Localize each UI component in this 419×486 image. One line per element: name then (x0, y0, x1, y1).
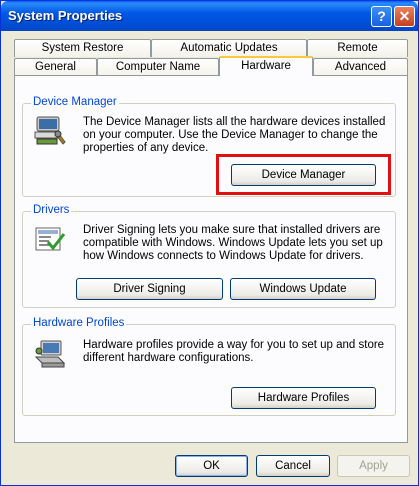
tab-system-restore[interactable]: System Restore (14, 39, 151, 57)
hardware-profiles-button[interactable]: Hardware Profiles (231, 387, 376, 409)
tab-remote[interactable]: Remote (307, 39, 408, 57)
highlight-box (216, 154, 391, 195)
hardware-profiles-description: Hardware profiles provide a way for you … (83, 339, 385, 364)
cancel-button[interactable]: Cancel (256, 455, 330, 477)
hardware-profiles-icon (33, 337, 67, 371)
tab-hardware[interactable]: Hardware (219, 56, 313, 76)
driver-signing-button[interactable]: Driver Signing (76, 278, 223, 300)
help-button[interactable]: ? (371, 6, 392, 27)
system-properties-window: System Properties ? ✕ System Restore Aut… (0, 0, 419, 486)
ok-button[interactable]: OK (175, 455, 248, 477)
drivers-group-title: Drivers (31, 204, 72, 216)
tab-automatic-updates[interactable]: Automatic Updates (151, 39, 307, 57)
device-manager-group-title: Device Manager (31, 96, 119, 108)
window-title: System Properties (8, 8, 123, 23)
title-bar[interactable]: System Properties ? ✕ (1, 1, 418, 31)
apply-button[interactable]: Apply (337, 455, 410, 477)
hardware-profiles-group-title: Hardware Profiles (31, 317, 127, 329)
drivers-icon (33, 222, 67, 256)
tab-advanced[interactable]: Advanced (313, 58, 408, 76)
windows-update-button[interactable]: Windows Update (230, 278, 376, 300)
close-button[interactable]: ✕ (394, 6, 415, 27)
device-manager-description: The Device Manager lists all the hardwar… (83, 116, 386, 154)
tab-general[interactable]: General (14, 58, 97, 76)
tab-computer-name[interactable]: Computer Name (97, 58, 219, 76)
device-manager-icon (33, 114, 67, 148)
drivers-description: Driver Signing lets you make sure that i… (83, 224, 383, 262)
